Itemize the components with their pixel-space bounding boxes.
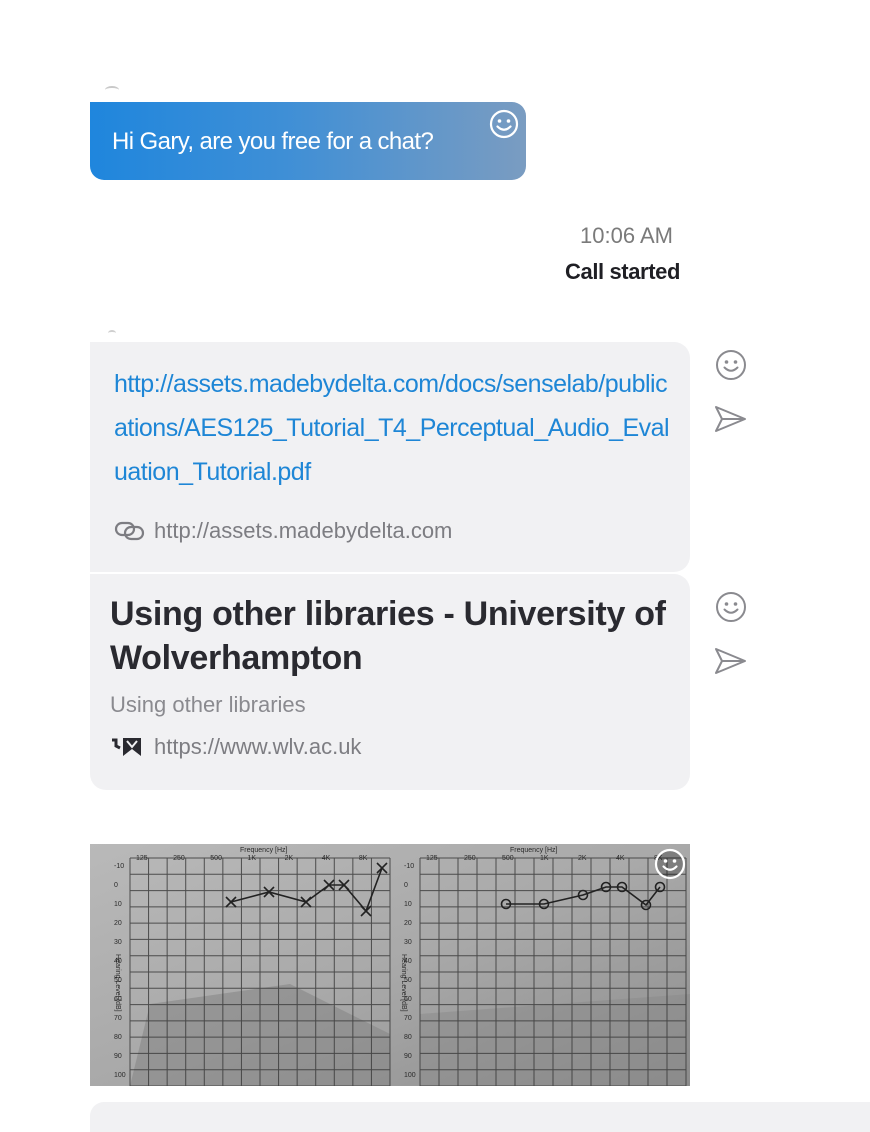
link-preview-card[interactable]: http://assets.madebydelta.com/docs/sense… (90, 342, 690, 572)
level-tick-label: 10 (114, 901, 122, 908)
level-tick-label: 20 (404, 920, 412, 927)
level-tick-label: 80 (114, 1034, 122, 1041)
freq-tick-label: 125 (426, 855, 438, 862)
audiogram-photo: Frequency [Hz] 125 250 500 1K 2K 4K 8K -10 0 10 20 3… (90, 844, 690, 1086)
freq-tick-label: 250 (173, 855, 185, 862)
preview-domain: https://www.wlv.ac.uk (154, 734, 362, 759)
link-icon (114, 521, 145, 541)
sender-avatar-fragment (105, 86, 119, 94)
freq-tick-label: 4K (322, 855, 331, 862)
level-tick-label: 30 (404, 939, 412, 946)
freq-tick-label: 4K (616, 855, 625, 862)
freq-tick-label: 1K (540, 855, 549, 862)
chart-header: Frequency [Hz] (240, 847, 288, 854)
level-tick-label: 90 (404, 1053, 412, 1060)
freq-tick-label: 125 (136, 855, 148, 862)
forward-icon[interactable] (714, 644, 748, 678)
level-tick-label: 30 (114, 939, 122, 946)
website-preview-card[interactable]: Using other libraries - University of Wo… (90, 574, 690, 790)
level-tick-label: 20 (114, 920, 122, 927)
level-tick-label: 90 (114, 1053, 122, 1060)
freq-tick-label: 8K (359, 855, 368, 862)
smiley-icon[interactable] (654, 848, 686, 880)
forward-icon[interactable] (714, 402, 748, 436)
next-message-bubble[interactable] (90, 1102, 870, 1132)
freq-tick-label: 250 (464, 855, 476, 862)
wlv-logo-icon (112, 738, 141, 756)
smiley-icon[interactable] (488, 108, 520, 140)
message-link[interactable]: http://assets.madebydelta.com/docs/sense… (114, 362, 670, 494)
level-tick-label: 0 (114, 882, 118, 889)
level-tick-label: 70 (114, 1015, 122, 1022)
message-timestamp: 10:06 AM (580, 223, 673, 248)
call-status: Call started (565, 259, 681, 284)
y-axis-label: Hearing Level [dB] (400, 954, 407, 1012)
freq-tick-label: 500 (210, 855, 222, 862)
freq-tick-label: 1K (247, 855, 256, 862)
level-tick-label: 0 (404, 882, 408, 889)
freq-tick-label: 2K (578, 855, 587, 862)
level-tick-label: -10 (114, 863, 124, 870)
level-tick-label: 100 (114, 1072, 126, 1079)
level-tick-label: -10 (404, 863, 414, 870)
level-tick-label: 100 (404, 1072, 416, 1079)
level-tick-label: 80 (404, 1034, 412, 1041)
image-message-audiogram-photo[interactable]: Frequency [Hz] 125 250 500 1K 2K 4K 8K -10 0 10 20 3… (90, 844, 690, 1086)
link-domain: http://assets.madebydelta.com (154, 518, 453, 543)
message-bubble-greeting[interactable]: Hi Gary, are you free for a chat? (90, 102, 526, 180)
freq-tick-label: 500 (502, 855, 514, 862)
level-tick-label: 10 (404, 901, 412, 908)
preview-title[interactable]: Using other libraries - University of Wo… (110, 592, 680, 680)
smiley-icon[interactable] (714, 348, 748, 382)
sender-avatar-fragment (108, 330, 116, 336)
preview-domain-row: https://www.wlv.ac.uk (110, 734, 361, 760)
smiley-icon[interactable] (714, 590, 748, 624)
y-axis-label: Hearing Level [dB] (114, 954, 121, 1012)
link-domain-row: http://assets.madebydelta.com (114, 518, 452, 544)
level-tick-label: 70 (404, 1015, 412, 1022)
message-text: Hi Gary, are you free for a chat? (112, 128, 434, 155)
freq-tick-label: 2K (285, 855, 294, 862)
preview-subtitle: Using other libraries (110, 692, 306, 717)
chart-header: Frequency [Hz] (510, 847, 558, 854)
